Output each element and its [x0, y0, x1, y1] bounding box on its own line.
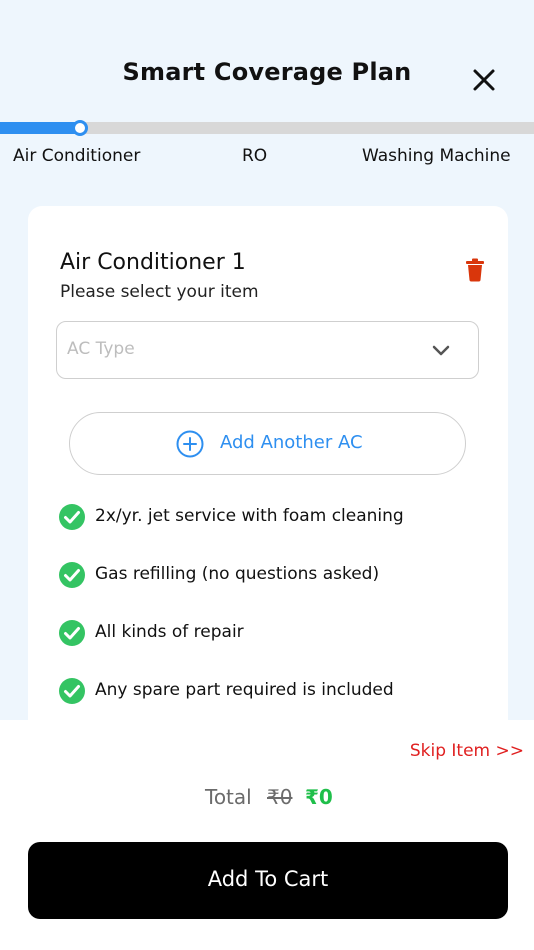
ac-type-placeholder: AC Type [67, 339, 135, 359]
item-card: Air Conditioner 1 Please select your ite… [28, 206, 508, 746]
plus-circle-icon [176, 430, 204, 458]
add-to-cart-button[interactable]: Add To Cart [28, 842, 508, 919]
progress-knob [72, 120, 89, 136]
item-title: Air Conditioner 1 [60, 250, 246, 275]
feature-text: Any spare part required is included [95, 680, 394, 700]
check-circle-icon [58, 561, 86, 589]
step-ro[interactable]: RO [242, 146, 267, 166]
chevron-down-icon [432, 342, 450, 360]
footer: Skip Item >> Total ₹0 ₹0 Add To Cart [0, 720, 534, 950]
feature-text: Gas refilling (no questions asked) [95, 564, 380, 584]
check-circle-icon [58, 677, 86, 705]
feature-text: All kinds of repair [95, 622, 244, 642]
check-circle-icon [58, 619, 86, 647]
page-title: Smart Coverage Plan [122, 58, 412, 86]
trash-icon[interactable] [464, 258, 486, 282]
step-air-conditioner[interactable]: Air Conditioner [13, 146, 140, 166]
total-original-price: ₹0 [267, 785, 293, 809]
check-circle-icon [58, 503, 86, 531]
total-price: ₹0 [305, 785, 333, 809]
progress-fill [0, 122, 81, 134]
total-label: Total [205, 785, 252, 809]
add-to-cart-label: Add To Cart [207, 867, 329, 891]
close-icon[interactable] [470, 66, 498, 94]
header: Smart Coverage Plan [0, 0, 534, 120]
step-washing-machine[interactable]: Washing Machine [362, 146, 511, 166]
ac-type-select[interactable]: AC Type [56, 321, 479, 379]
add-another-ac-label: Add Another AC [220, 432, 363, 453]
progress-bar [0, 120, 534, 136]
skip-item-link[interactable]: Skip Item >> [410, 741, 524, 761]
add-another-ac-button[interactable]: Add Another AC [69, 412, 466, 475]
item-subtitle: Please select your item [60, 282, 259, 302]
feature-text: 2x/yr. jet service with foam cleaning [95, 506, 404, 526]
